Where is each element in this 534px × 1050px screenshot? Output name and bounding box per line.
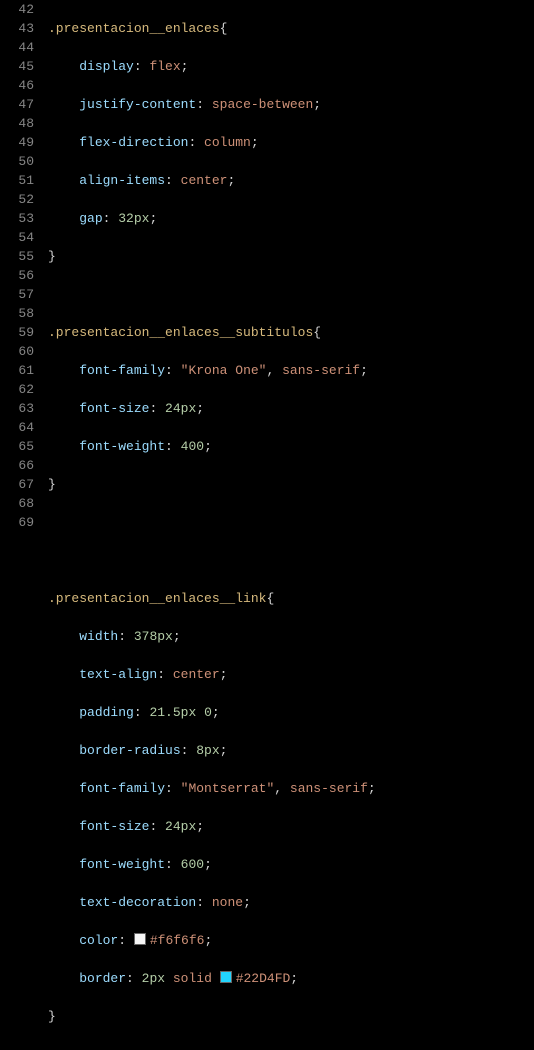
css-value: sans-serif <box>282 363 360 378</box>
line-number: 68 <box>0 494 34 513</box>
line-number: 52 <box>0 190 34 209</box>
line-number: 54 <box>0 228 34 247</box>
css-value: solid <box>173 971 212 986</box>
line-number: 56 <box>0 266 34 285</box>
css-value: flex <box>149 59 180 74</box>
css-value: "Krona One" <box>181 363 267 378</box>
css-value: 8px <box>196 743 219 758</box>
line-number: 65 <box>0 437 34 456</box>
line-number: 55 <box>0 247 34 266</box>
css-value: 0 <box>204 705 212 720</box>
line-number: 45 <box>0 57 34 76</box>
css-property: border-radius <box>79 743 180 758</box>
line-number: 57 <box>0 285 34 304</box>
line-number: 49 <box>0 133 34 152</box>
css-selector: .presentacion__enlaces__link <box>48 591 266 606</box>
css-property: display <box>79 59 134 74</box>
line-number: 63 <box>0 399 34 418</box>
css-value: 32px <box>118 211 149 226</box>
line-number: 47 <box>0 95 34 114</box>
css-value: "Montserrat" <box>181 781 275 796</box>
css-value: 21.5px <box>149 705 196 720</box>
color-swatch-icon[interactable] <box>134 933 146 945</box>
line-number: 51 <box>0 171 34 190</box>
css-property: flex-direction <box>79 135 188 150</box>
line-number: 44 <box>0 38 34 57</box>
css-property: padding <box>79 705 134 720</box>
line-number-gutter: 42 43 44 45 46 47 48 49 50 51 52 53 54 5… <box>0 0 48 525</box>
css-property: font-size <box>79 401 149 416</box>
css-value: 378px <box>134 629 173 644</box>
css-property: font-family <box>79 363 165 378</box>
css-property: font-size <box>79 819 149 834</box>
css-selector: .presentacion__enlaces <box>48 21 220 36</box>
line-number: 62 <box>0 380 34 399</box>
css-property: text-align <box>79 667 157 682</box>
color-swatch-icon[interactable] <box>220 971 232 983</box>
css-property: font-family <box>79 781 165 796</box>
css-property: text-decoration <box>79 895 196 910</box>
line-number: 50 <box>0 152 34 171</box>
line-number: 46 <box>0 76 34 95</box>
line-number: 48 <box>0 114 34 133</box>
line-number: 58 <box>0 304 34 323</box>
css-value: column <box>204 135 251 150</box>
line-number: 53 <box>0 209 34 228</box>
line-number: 66 <box>0 456 34 475</box>
css-selector: .presentacion__enlaces__subtitulos <box>48 325 313 340</box>
css-property: justify-content <box>79 97 196 112</box>
line-number: 59 <box>0 323 34 342</box>
css-property: gap <box>79 211 102 226</box>
css-value: space-between <box>212 97 313 112</box>
css-value: 24px <box>165 401 196 416</box>
css-value: center <box>173 667 220 682</box>
css-property: width <box>79 629 118 644</box>
line-number: 42 <box>0 0 34 19</box>
css-value: 600 <box>181 857 204 872</box>
css-property: font-weight <box>79 439 165 454</box>
line-number: 60 <box>0 342 34 361</box>
css-value: 400 <box>181 439 204 454</box>
css-property: color <box>79 933 118 948</box>
css-property: align-items <box>79 173 165 188</box>
line-number: 64 <box>0 418 34 437</box>
css-value: #22D4FD <box>236 971 291 986</box>
line-number: 67 <box>0 475 34 494</box>
css-value: 2px <box>142 971 165 986</box>
css-value: sans-serif <box>290 781 368 796</box>
line-number: 43 <box>0 19 34 38</box>
line-number: 61 <box>0 361 34 380</box>
line-number: 69 <box>0 513 34 532</box>
css-value: none <box>212 895 243 910</box>
css-property: border <box>79 971 126 986</box>
css-property: font-weight <box>79 857 165 872</box>
code-content[interactable]: .presentacion__enlaces{ display: flex; j… <box>48 0 534 525</box>
css-value: 24px <box>165 819 196 834</box>
css-value: #f6f6f6 <box>150 933 205 948</box>
css-value: center <box>181 173 228 188</box>
code-editor: 42 43 44 45 46 47 48 49 50 51 52 53 54 5… <box>0 0 534 525</box>
